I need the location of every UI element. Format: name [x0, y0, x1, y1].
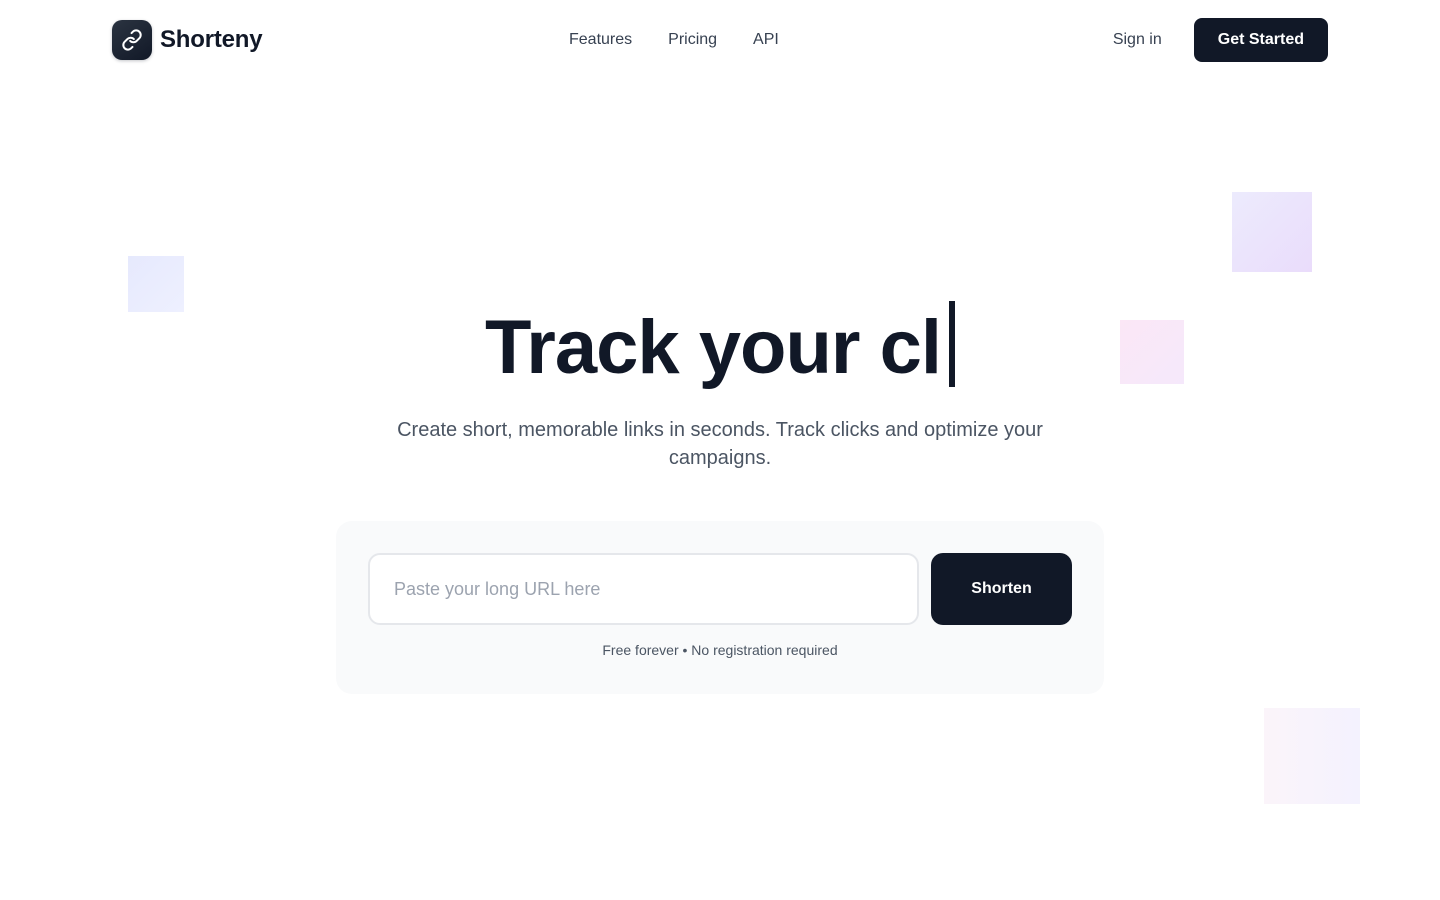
landing-page: Shorteny Features Pricing API Sign in Ge… [0, 0, 1440, 900]
nav-features[interactable]: Features [569, 31, 632, 49]
hero-subtitle: Create short, memorable links in seconds… [397, 419, 1043, 469]
nav-pricing[interactable]: Pricing [668, 31, 717, 49]
hero-title-text: Track your cl [485, 305, 942, 390]
brand-link[interactable]: Shorteny [112, 20, 263, 60]
header-actions: Sign in Get Started [1113, 18, 1328, 62]
decorative-square [1264, 708, 1360, 804]
get-started-button[interactable]: Get Started [1193, 18, 1328, 62]
free-note: Free forever • No registration required [602, 642, 838, 658]
shorten-card: Shorten Free forever • No registration r… [336, 521, 1104, 694]
main-nav: Features Pricing API [569, 18, 779, 62]
url-input[interactable] [368, 553, 919, 625]
shorten-button[interactable]: Shorten [931, 553, 1072, 625]
hero-title: Track your cl [0, 300, 1440, 396]
site-header: Shorteny Features Pricing API Sign in Ge… [112, 18, 1328, 62]
link-icon [112, 20, 152, 60]
nav-api[interactable]: API [753, 31, 779, 49]
decorative-square [1232, 192, 1312, 272]
typing-caret [948, 301, 955, 387]
brand-name: Shorteny [160, 26, 263, 53]
sign-in-link[interactable]: Sign in [1113, 31, 1162, 49]
